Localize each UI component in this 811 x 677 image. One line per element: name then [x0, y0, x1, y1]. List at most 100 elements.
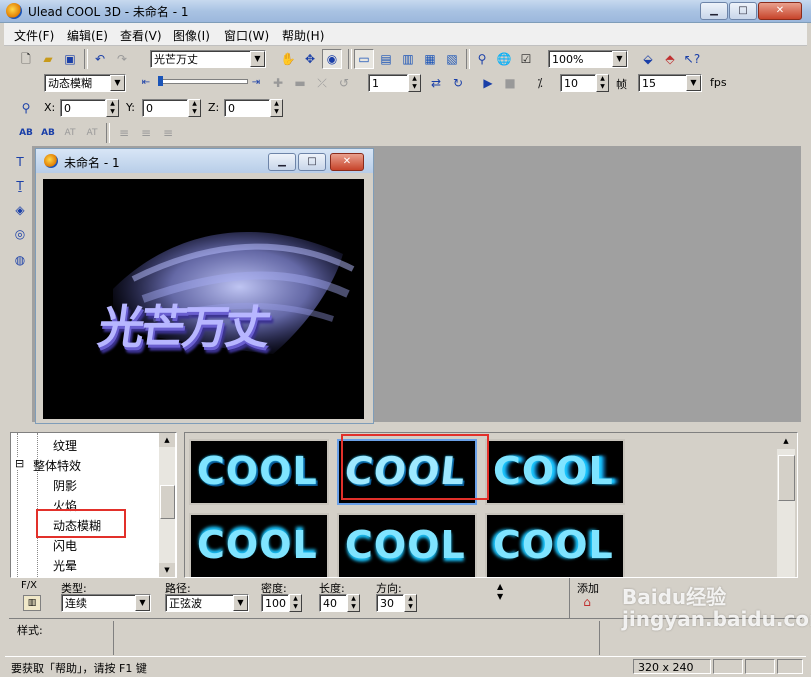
shape-icon[interactable]: ◍ — [10, 250, 30, 270]
tree-collapse-icon[interactable]: ⊟ — [15, 457, 25, 470]
direction-input[interactable]: 30 — [376, 594, 404, 612]
wand-icon[interactable]: ⚲ — [472, 49, 492, 69]
frame-number-input[interactable]: 1 — [368, 74, 408, 92]
fps-select[interactable]: 15 ▼ — [638, 74, 702, 92]
speed-spinner[interactable]: ▲ ▼ — [596, 74, 609, 92]
frame-spinner[interactable]: ▲ ▼ — [408, 74, 421, 92]
view-front-icon[interactable]: ▭ — [354, 49, 374, 69]
x-spinner[interactable]: ▲ ▼ — [106, 99, 119, 117]
rotate-object-icon[interactable]: ✥ — [300, 49, 320, 69]
align-right-icon[interactable]: ≡ — [158, 123, 178, 143]
chevron-down-icon[interactable]: ▼ — [250, 51, 265, 67]
tree-item-shadow[interactable]: 阴影 — [53, 477, 77, 494]
remove-keyframe-icon[interactable]: ▬ — [290, 73, 310, 93]
reverse-icon[interactable]: ⤫ — [312, 73, 332, 93]
insert-text-icon[interactable]: T — [10, 152, 30, 172]
align-center-icon[interactable]: ≡ — [136, 123, 156, 143]
scroll-up-icon[interactable]: ▲ — [159, 433, 175, 447]
render-icon[interactable]: ⬙ — [638, 49, 658, 69]
chevron-down-icon[interactable]: ▼ — [686, 75, 701, 91]
menu-edit[interactable]: 编辑(E) — [67, 27, 108, 44]
direction-spinner[interactable]: ▲ ▼ — [404, 594, 417, 612]
rewind-icon[interactable]: ↻ — [448, 73, 468, 93]
menu-help[interactable]: 帮助(H) — [282, 27, 324, 44]
loop-back-icon[interactable]: ↺ — [334, 73, 354, 93]
effect-tree[interactable]: 纹理 ⊟ 整体特效 阴影 火焰 动态模糊 闪电 光晕 ▲ ▼ — [10, 432, 177, 578]
gallery-scroll-thumb[interactable] — [778, 455, 795, 501]
path-select[interactable]: 正弦波 ▼ — [165, 594, 249, 612]
add-keyframe-icon[interactable]: ✚ — [268, 73, 288, 93]
close-button[interactable]: ✕ — [758, 2, 802, 20]
edit-properties-icon[interactable]: ☑ — [516, 49, 536, 69]
text-leading-icon[interactable]: AT — [82, 123, 102, 143]
text-spacing-icon[interactable]: AT — [60, 123, 80, 143]
menu-image[interactable]: 图像(I) — [173, 27, 210, 44]
plugin-icon[interactable]: ⬘ — [660, 49, 680, 69]
effect-thumbnail-6[interactable]: COOL — [485, 513, 625, 577]
text-object-select[interactable]: 光芒万丈 ▼ — [150, 50, 266, 68]
doc-restore-button[interactable]: □ — [298, 153, 326, 171]
maximize-button[interactable]: □ — [729, 2, 757, 20]
text-italic-icon[interactable]: AB — [38, 123, 58, 143]
insert-graphic-icon[interactable]: ◈ — [10, 200, 30, 220]
size-object-icon[interactable]: ◉ — [322, 49, 342, 69]
tree-scrollbar[interactable]: ▲ ▼ — [159, 433, 175, 577]
z-input[interactable]: 0 — [224, 99, 270, 117]
z-spinner[interactable]: ▲ ▼ — [270, 99, 283, 117]
last-frame-icon[interactable]: ⇥ — [246, 73, 266, 93]
timeline-slider[interactable] — [158, 79, 248, 84]
new-file-icon[interactable]: 🗋 — [16, 49, 36, 69]
doc-minimize-button[interactable]: ▁ — [268, 153, 296, 171]
effect-thumbnail-1[interactable]: COOL — [189, 439, 329, 505]
chevron-down-icon[interactable]: ▼ — [612, 51, 627, 67]
tree-item-glow[interactable]: 光晕 — [53, 557, 77, 574]
view-top-icon[interactable]: ▤ — [376, 49, 396, 69]
y-spinner[interactable]: ▲ ▼ — [188, 99, 201, 117]
loop-icon[interactable]: ⇄ — [426, 73, 446, 93]
scroll-down-icon[interactable]: ▼ — [159, 563, 175, 577]
hand-move-icon[interactable]: ✋ — [278, 49, 298, 69]
fx-toggle-icon[interactable]: ▥ — [23, 595, 41, 611]
view-bottom-icon[interactable]: ▦ — [420, 49, 440, 69]
first-frame-icon[interactable]: ⇤ — [136, 73, 156, 93]
context-help-icon[interactable]: ↖? — [682, 49, 702, 69]
effect-thumbnail-3[interactable]: COOL — [485, 439, 625, 505]
edit-graphic-icon[interactable]: ◎ — [10, 224, 30, 244]
redo-icon[interactable]: ↷ — [112, 49, 132, 69]
text-bold-icon[interactable]: AB — [16, 123, 36, 143]
tree-scroll-thumb[interactable] — [160, 485, 175, 519]
undo-icon[interactable]: ↶ — [90, 49, 110, 69]
speed-input[interactable]: 10 — [560, 74, 596, 92]
effect-thumbnail-4[interactable]: COOL — [189, 513, 329, 577]
align-left-icon[interactable]: ≡ — [114, 123, 134, 143]
add-to-palette-icon[interactable]: ⌂ — [579, 595, 595, 609]
chevron-down-icon[interactable]: ▼ — [135, 595, 150, 611]
tree-item-lightning[interactable]: 闪电 — [53, 537, 77, 554]
menu-file[interactable]: 文件(F) — [14, 27, 54, 44]
gallery-scrollbar[interactable]: ▲ — [777, 433, 795, 577]
effect-select[interactable]: 动态模糊 ▼ — [44, 74, 126, 92]
menu-view[interactable]: 查看(V) — [120, 27, 162, 44]
density-spinner[interactable]: ▲ ▼ — [289, 594, 302, 612]
minimize-button[interactable]: ▁ — [700, 2, 728, 20]
open-folder-icon[interactable]: ▰ — [38, 49, 58, 69]
length-spinner[interactable]: ▲ ▼ — [347, 594, 360, 612]
doc-close-button[interactable]: ✕ — [330, 153, 364, 171]
position-icon[interactable]: ⚲ — [16, 98, 36, 118]
stop-icon[interactable]: ■ — [500, 73, 520, 93]
speed-icon[interactable]: ⁒ — [530, 73, 550, 93]
tree-item-global-effects[interactable]: 整体特效 — [33, 457, 81, 474]
edit-text-icon[interactable]: Ṯ — [10, 176, 30, 196]
tree-item-texture[interactable]: 纹理 — [53, 437, 77, 454]
view-back-icon[interactable]: ▧ — [442, 49, 462, 69]
zoom-select[interactable]: 100% ▼ — [548, 50, 628, 68]
menu-window[interactable]: 窗口(W) — [224, 27, 269, 44]
y-input[interactable]: 0 — [142, 99, 188, 117]
play-icon[interactable]: ▶ — [478, 73, 498, 93]
scroll-up-icon[interactable]: ▲ — [777, 433, 795, 449]
params-scroll-icon[interactable]: ▲ ▼ — [497, 582, 503, 602]
chevron-down-icon[interactable]: ▼ — [233, 595, 248, 611]
render-canvas[interactable]: 光芒万丈 — [43, 179, 364, 419]
type-select[interactable]: 连续 ▼ — [61, 594, 151, 612]
length-input[interactable]: 40 — [319, 594, 347, 612]
